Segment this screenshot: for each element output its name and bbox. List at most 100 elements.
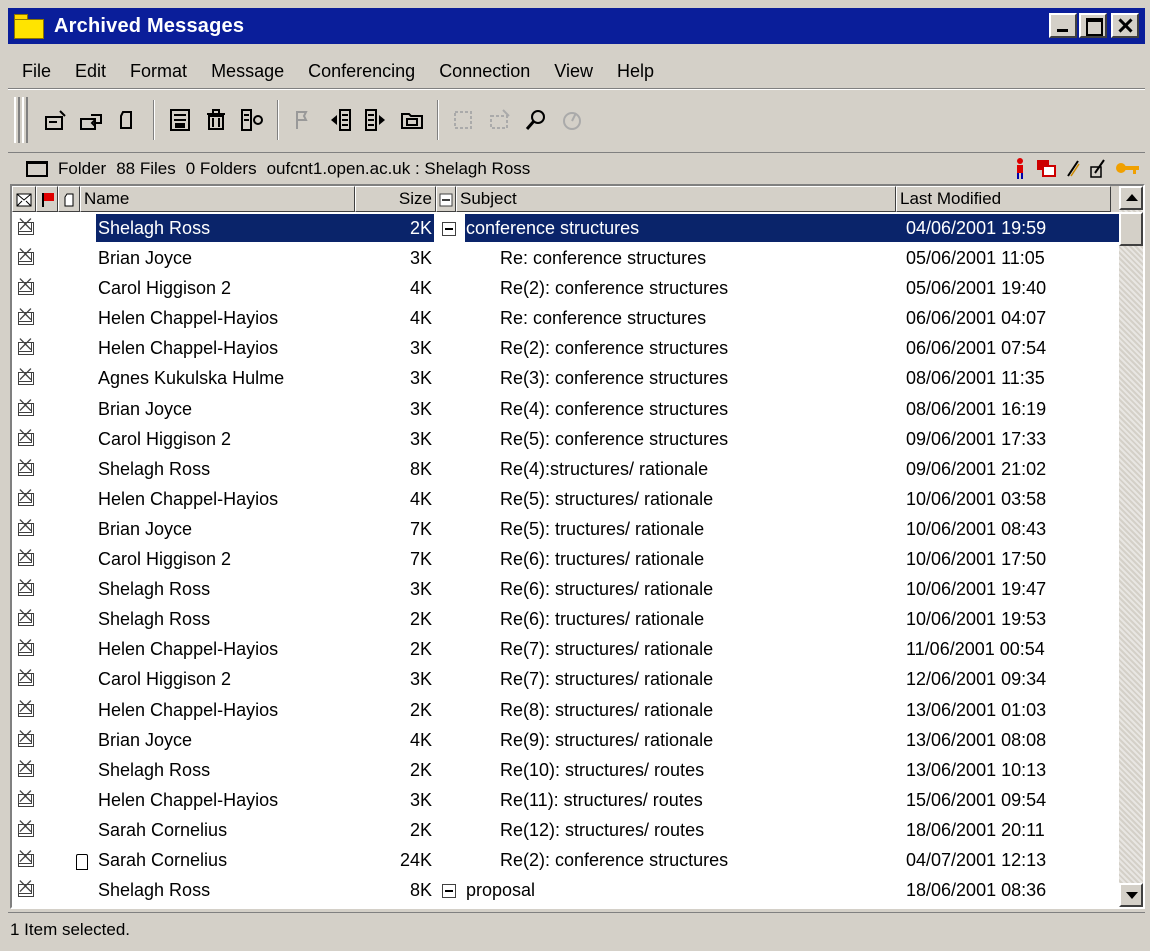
message-date: 11/06/2001 00:54 <box>906 639 1045 660</box>
message-row[interactable]: Brian Joyce 4K Re(9): structures/ rational… <box>12 726 1120 756</box>
minimize-button[interactable] <box>1049 13 1077 38</box>
message-row[interactable]: Carol Higgison 2 3K Re(7): structures/ rat… <box>12 665 1120 695</box>
message-row[interactable]: Shelagh Ross 3K Re(6): structures/ rationa… <box>12 575 1120 605</box>
column-header-size[interactable]: Size <box>355 186 436 212</box>
column-header-subject[interactable]: Subject <box>456 186 896 212</box>
message-row[interactable]: Shelagh Ross 2K Re(10): structures/ routes… <box>12 756 1120 786</box>
message-subject: Re: conference structures <box>500 308 707 329</box>
envelope-icon <box>18 518 34 536</box>
title-bar[interactable]: Archived Messages <box>8 8 1145 44</box>
toolbar-grip[interactable] <box>22 97 28 143</box>
menu-message[interactable]: Message <box>199 61 296 82</box>
person-icon[interactable] <box>1013 157 1027 179</box>
menu-connection[interactable]: Connection <box>427 61 542 82</box>
folder-info-bar: Folder 88 Files 0 Folders oufcnt1.open.a… <box>8 152 1145 184</box>
menu-view[interactable]: View <box>542 61 605 82</box>
message-date: 06/06/2001 04:07 <box>906 308 1047 329</box>
save-icon[interactable] <box>165 103 195 137</box>
menu-format[interactable]: Format <box>118 61 199 82</box>
next-icon[interactable] <box>361 103 391 137</box>
envelope-icon <box>18 247 34 266</box>
message-row[interactable]: Sarah Cornelius 2K Re(12): structures/ rou… <box>12 816 1120 846</box>
collapse-thread-icon[interactable] <box>442 884 456 899</box>
new-document-icon[interactable] <box>113 103 143 137</box>
folder-count: 0 Folders <box>185 158 257 178</box>
message-row[interactable]: Helen Chappel-Hayios 4K Re: conference str… <box>12 304 1120 334</box>
header-mail-column[interactable] <box>12 186 36 212</box>
edit-permission-icon[interactable] <box>1089 157 1107 179</box>
message-row[interactable]: Shelagh Ross 2K conference structures 04/06… <box>12 214 1120 244</box>
column-header-name[interactable]: Name <box>80 186 355 212</box>
header-attachment-column[interactable] <box>58 186 80 212</box>
envelope-icon <box>18 849 34 867</box>
folder-icon[interactable] <box>397 103 427 137</box>
message-row[interactable]: Helen Chappel-Hayios 3K Re(11): structures… <box>12 786 1120 816</box>
message-row[interactable]: Carol Higgison 2 4K Re(2): conference stru… <box>12 274 1120 304</box>
message-size: 7K <box>409 549 432 570</box>
message-row[interactable]: Shelagh Ross 2K Re(6): tructures/ rational… <box>12 605 1120 635</box>
menu-help[interactable]: Help <box>605 61 666 82</box>
menu-file[interactable]: File <box>12 61 63 82</box>
delete-icon[interactable] <box>201 103 231 137</box>
message-subject: Re(10): structures/ routes <box>500 759 705 780</box>
group-icon[interactable] <box>1035 158 1057 178</box>
collapse-thread-icon[interactable] <box>442 222 456 236</box>
message-subject: Re(9): structures/ rationale <box>500 729 714 750</box>
message-row[interactable]: Carol Higgison 2 3K Re(5): conference stru… <box>12 425 1120 455</box>
disabled-tool3-icon[interactable] <box>557 103 587 137</box>
scroll-thumb[interactable] <box>1119 212 1143 246</box>
close-button[interactable] <box>1111 13 1139 38</box>
envelope-icon <box>18 578 34 597</box>
scroll-down-button[interactable] <box>1119 883 1143 907</box>
maximize-button[interactable] <box>1079 13 1107 38</box>
disabled-tool-icon[interactable] <box>449 103 479 137</box>
menu-edit[interactable]: Edit <box>63 61 118 82</box>
header-thread-column[interactable] <box>436 186 456 212</box>
message-size: 4K <box>409 278 432 299</box>
search-icon[interactable] <box>521 103 551 137</box>
message-row[interactable]: Helen Chappel-Hayios 2K Re(7): structures/… <box>12 635 1120 665</box>
scroll-up-button[interactable] <box>1119 186 1143 210</box>
message-row[interactable]: Helen Chappel-Hayios 3K Re(2): conference … <box>12 334 1120 364</box>
message-sender: Helen Chappel-Hayios <box>98 308 279 329</box>
message-size: 3K <box>409 338 432 359</box>
message-row[interactable]: Brian Joyce 3K Re: conference structures 05… <box>12 244 1120 274</box>
message-sender: Shelagh Ross <box>98 218 211 238</box>
message-subject: Re(2): conference structures <box>500 849 729 870</box>
message-row[interactable]: Helen Chappel-Hayios 2K Re(8): structures/… <box>12 696 1120 726</box>
disabled-tool2-icon[interactable] <box>485 103 515 137</box>
message-row[interactable]: Carol Higgison 2 7K Re(6): tructures/ rati… <box>12 545 1120 575</box>
folder-icon <box>12 12 48 40</box>
reply-icon[interactable] <box>77 103 107 137</box>
new-message-icon[interactable] <box>41 103 71 137</box>
message-date: 13/06/2001 10:13 <box>906 759 1047 780</box>
message-sender: Agnes Kukulska Hulme <box>98 368 285 389</box>
message-row[interactable]: Shelagh Ross 8K Re(4):structures/ rational… <box>12 455 1120 485</box>
menu-conferencing[interactable]: Conferencing <box>296 61 427 82</box>
message-sender: Helen Chappel-Hayios <box>98 699 279 720</box>
message-row[interactable]: Helen Chappel-Hayios 4K Re(5): structures/… <box>12 485 1120 515</box>
flag-icon[interactable] <box>289 103 319 137</box>
message-date: 08/06/2001 11:35 <box>906 368 1045 389</box>
message-size: 4K <box>409 729 432 750</box>
message-size: 4K <box>409 488 432 509</box>
envelope-icon <box>18 879 34 898</box>
key-icon[interactable] <box>1115 160 1141 176</box>
move-icon[interactable] <box>237 103 267 137</box>
vertical-scrollbar[interactable] <box>1119 186 1143 907</box>
message-date: 15/06/2001 09:54 <box>906 789 1047 810</box>
message-row[interactable]: Sarah Cornelius 24K Re(2): conference stru… <box>12 846 1120 876</box>
message-sender: Shelagh Ross <box>98 609 211 630</box>
column-header-last-modified[interactable]: Last Modified <box>896 186 1111 212</box>
header-flag-column[interactable] <box>36 186 58 212</box>
message-list[interactable]: Name Size Subject Last Modified Shelagh … <box>10 184 1145 909</box>
message-row[interactable]: Brian Joyce 7K Re(5): tructures/ rationale… <box>12 515 1120 545</box>
toolbar <box>14 94 590 146</box>
previous-icon[interactable] <box>325 103 355 137</box>
message-size: 3K <box>409 669 432 690</box>
pen-icon[interactable] <box>1065 158 1081 178</box>
toolbar-grip[interactable] <box>14 97 20 143</box>
message-row[interactable]: Shelagh Ross 8K proposal 18/06/2001 08:36 <box>12 876 1120 906</box>
message-row[interactable]: Brian Joyce 3K Re(4): conference structure… <box>12 395 1120 425</box>
message-row[interactable]: Agnes Kukulska Hulme 3K Re(3): conference … <box>12 364 1120 394</box>
